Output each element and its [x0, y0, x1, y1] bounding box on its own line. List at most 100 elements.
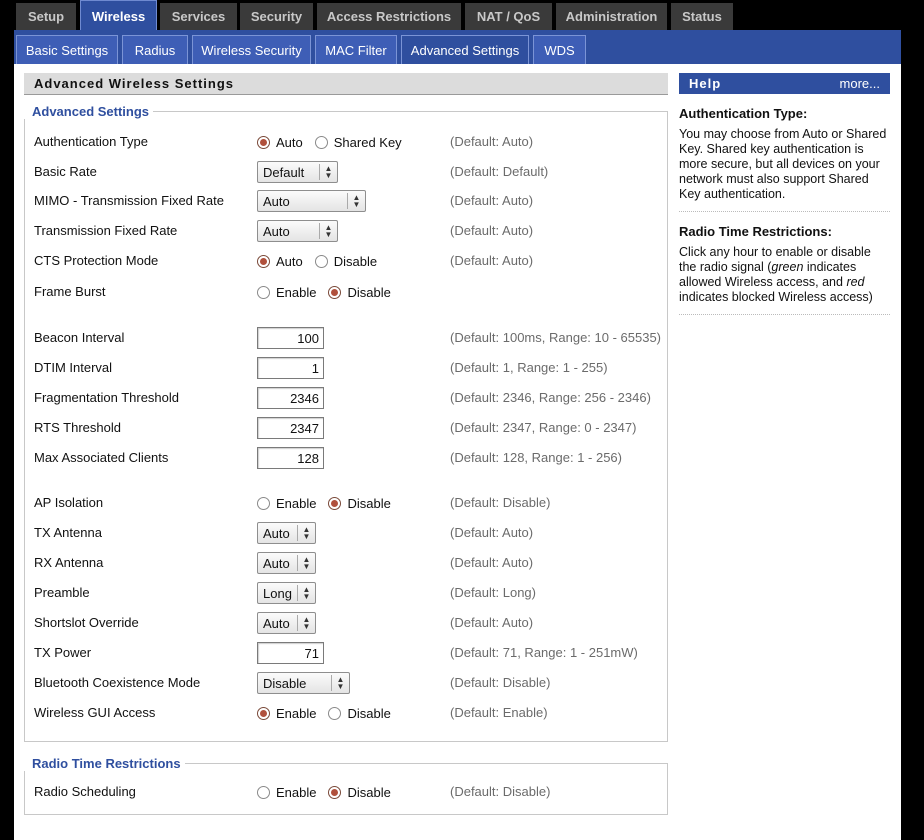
ap-isolation-enable-radio[interactable] — [257, 496, 270, 510]
rts-threshold-input[interactable]: 2347 — [257, 417, 324, 439]
radio-scheduling-enable-radio[interactable] — [257, 785, 270, 799]
preamble-default: (Default: Long) — [450, 585, 536, 600]
row-max-clients: Max Associated Clients 128 (Default: 128… — [34, 447, 664, 469]
auth-auto-radio[interactable] — [257, 135, 270, 149]
subtab-advanced-settings[interactable]: Advanced Settings — [401, 35, 529, 64]
rx-antenna-default: (Default: Auto) — [450, 555, 534, 570]
subtab-wds[interactable]: WDS — [533, 35, 586, 64]
row-shortslot-override: Shortslot Override Auto ▲ ▼ (Default: Auto… — [34, 612, 664, 634]
rx-antenna-select[interactable]: Auto ▲ ▼ — [257, 552, 316, 574]
frame-burst-disable-radio[interactable] — [328, 285, 342, 299]
tab-security[interactable]: Security — [240, 3, 313, 30]
subtab-mac-filter[interactable]: MAC Filter — [315, 35, 397, 64]
content-panel: Advanced Wireless Settings Advanced Sett… — [14, 64, 901, 840]
bluetooth-coexistence-label: Bluetooth Coexistence Mode — [34, 675, 201, 690]
auth-auto-label: Auto — [276, 134, 303, 150]
sub-navigation: Basic Settings Radius Wireless Security … — [14, 30, 901, 64]
ap-isolation-label: AP Isolation — [34, 495, 104, 510]
chevron-updown-icon: ▲ ▼ — [319, 164, 337, 180]
dtim-interval-default: (Default: 1, Range: 1 - 255) — [450, 360, 608, 375]
chevron-updown-icon: ▲ ▼ — [331, 675, 349, 691]
preamble-select[interactable]: Long ▲ ▼ — [257, 582, 316, 604]
wireless-gui-access-label: Wireless GUI Access — [34, 705, 156, 720]
rts-threshold-default: (Default: 2347, Range: 0 - 2347) — [450, 420, 637, 435]
shortslot-override-value: Auto — [263, 615, 290, 631]
row-radio-scheduling: Radio Scheduling Enable Disable (Default… — [34, 781, 664, 803]
row-tx-antenna: TX Antenna Auto ▲ ▼ (Default: Auto) — [34, 522, 664, 544]
help-radio-green: green — [771, 260, 804, 274]
tx-antenna-select[interactable]: Auto ▲ ▼ — [257, 522, 316, 544]
tab-wireless[interactable]: Wireless — [80, 0, 157, 31]
help-radio-red: red — [846, 275, 865, 289]
preamble-value: Long — [263, 585, 292, 601]
help-radio-text: Click any hour to enable or disable the … — [679, 245, 890, 305]
radio-scheduling-disable-radio[interactable] — [328, 785, 342, 799]
subtab-wireless-security[interactable]: Wireless Security — [192, 35, 311, 64]
gui-access-disable-radio[interactable] — [328, 706, 342, 720]
tx-fixed-rate-value: Auto — [263, 223, 290, 239]
help-header: Help more... — [679, 73, 890, 94]
tx-antenna-label: TX Antenna — [34, 525, 102, 540]
help-radio-heading: Radio Time Restrictions: — [679, 224, 832, 239]
beacon-interval-input[interactable]: 100 — [257, 327, 324, 349]
tab-setup[interactable]: Setup — [16, 3, 76, 30]
row-bluetooth-coexistence: Bluetooth Coexistence Mode Disable ▲ ▼ (De… — [34, 672, 664, 694]
mimo-rate-select[interactable]: Auto ▲ ▼ — [257, 190, 366, 212]
radio-scheduling-disable-label: Disable — [347, 784, 391, 800]
help-radio-section: Radio Time Restrictions: Click any hour … — [679, 224, 890, 305]
row-rts-threshold: RTS Threshold 2347 (Default: 2347, Range… — [34, 417, 664, 439]
frame-burst-enable-radio[interactable] — [257, 285, 270, 299]
auth-shared-key-radio[interactable] — [314, 135, 328, 149]
row-basic-rate: Basic Rate Default ▲ ▼ (Default: Default) — [34, 161, 664, 183]
max-clients-input[interactable]: 128 — [257, 447, 324, 469]
cts-disable-label: Disable — [333, 253, 378, 269]
ap-isolation-enable-label: Enable — [276, 495, 317, 511]
tab-nat-qos[interactable]: NAT / QoS — [465, 3, 552, 30]
tab-administration[interactable]: Administration — [556, 3, 667, 30]
radio-scheduling-default: (Default: Disable) — [450, 784, 551, 799]
max-clients-label: Max Associated Clients — [34, 450, 169, 465]
cts-disable-radio[interactable] — [314, 254, 328, 268]
subtab-basic-settings[interactable]: Basic Settings — [16, 35, 118, 64]
tab-services[interactable]: Services — [160, 3, 237, 30]
fragmentation-threshold-input[interactable]: 2346 — [257, 387, 324, 409]
gui-access-enable-radio[interactable] — [257, 706, 270, 720]
tab-status[interactable]: Status — [671, 3, 733, 30]
ap-isolation-disable-radio[interactable] — [328, 496, 342, 510]
frame-burst-label: Frame Burst — [34, 284, 106, 299]
row-dtim-interval: DTIM Interval 1 (Default: 1, Range: 1 - … — [34, 357, 664, 379]
cts-protection-default: (Default: Auto) — [450, 253, 534, 268]
radio-scheduling-enable-label: Enable — [276, 784, 317, 800]
authentication-type-default: (Default: Auto) — [450, 134, 534, 149]
rx-antenna-value: Auto — [263, 555, 290, 571]
subtab-radius[interactable]: Radius — [122, 35, 188, 64]
tab-access-restrictions[interactable]: Access Restrictions — [317, 3, 461, 30]
row-tx-power: TX Power 71 (Default: 71, Range: 1 - 251… — [34, 642, 664, 664]
fragmentation-threshold-default: (Default: 2346, Range: 256 - 2346) — [450, 390, 651, 405]
help-radio-text-3: indicates blocked Wireless access) — [679, 290, 873, 304]
tx-fixed-rate-select[interactable]: Auto ▲ ▼ — [257, 220, 338, 242]
help-more-link[interactable]: more... — [840, 76, 880, 91]
dtim-interval-label: DTIM Interval — [34, 360, 113, 375]
dtim-interval-input[interactable]: 1 — [257, 357, 324, 379]
radio-scheduling-label: Radio Scheduling — [34, 784, 136, 799]
help-auth-heading: Authentication Type: — [679, 106, 808, 121]
row-rx-antenna: RX Antenna Auto ▲ ▼ (Default: Auto) — [34, 552, 664, 574]
help-title: Help — [689, 76, 722, 91]
mimo-rate-label: MIMO - Transmission Fixed Rate — [34, 193, 224, 208]
bluetooth-coexistence-select[interactable]: Disable ▲ ▼ — [257, 672, 350, 694]
row-authentication-type: Authentication Type Auto Shared Key (Def… — [34, 131, 664, 153]
row-tx-fixed-rate: Transmission Fixed Rate Auto ▲ ▼ (Default:… — [34, 220, 664, 242]
row-wireless-gui-access: Wireless GUI Access Enable Disable (Defa… — [34, 702, 664, 724]
basic-rate-select[interactable]: Default ▲ ▼ — [257, 161, 338, 183]
tx-power-input[interactable]: 71 — [257, 642, 324, 664]
cts-auto-radio[interactable] — [257, 254, 270, 268]
shortslot-override-select[interactable]: Auto ▲ ▼ — [257, 612, 316, 634]
frame-burst-disable-label: Disable — [347, 284, 391, 300]
help-auth-text: You may choose from Auto or Shared Key. … — [679, 127, 887, 201]
help-auth-section: Authentication Type: You may choose from… — [679, 106, 890, 202]
mimo-rate-default: (Default: Auto) — [450, 193, 534, 208]
row-beacon-interval: Beacon Interval 100 (Default: 100ms, Ran… — [34, 327, 664, 349]
auth-shared-key-label: Shared Key — [333, 134, 402, 150]
bluetooth-coexistence-default: (Default: Disable) — [450, 675, 551, 690]
